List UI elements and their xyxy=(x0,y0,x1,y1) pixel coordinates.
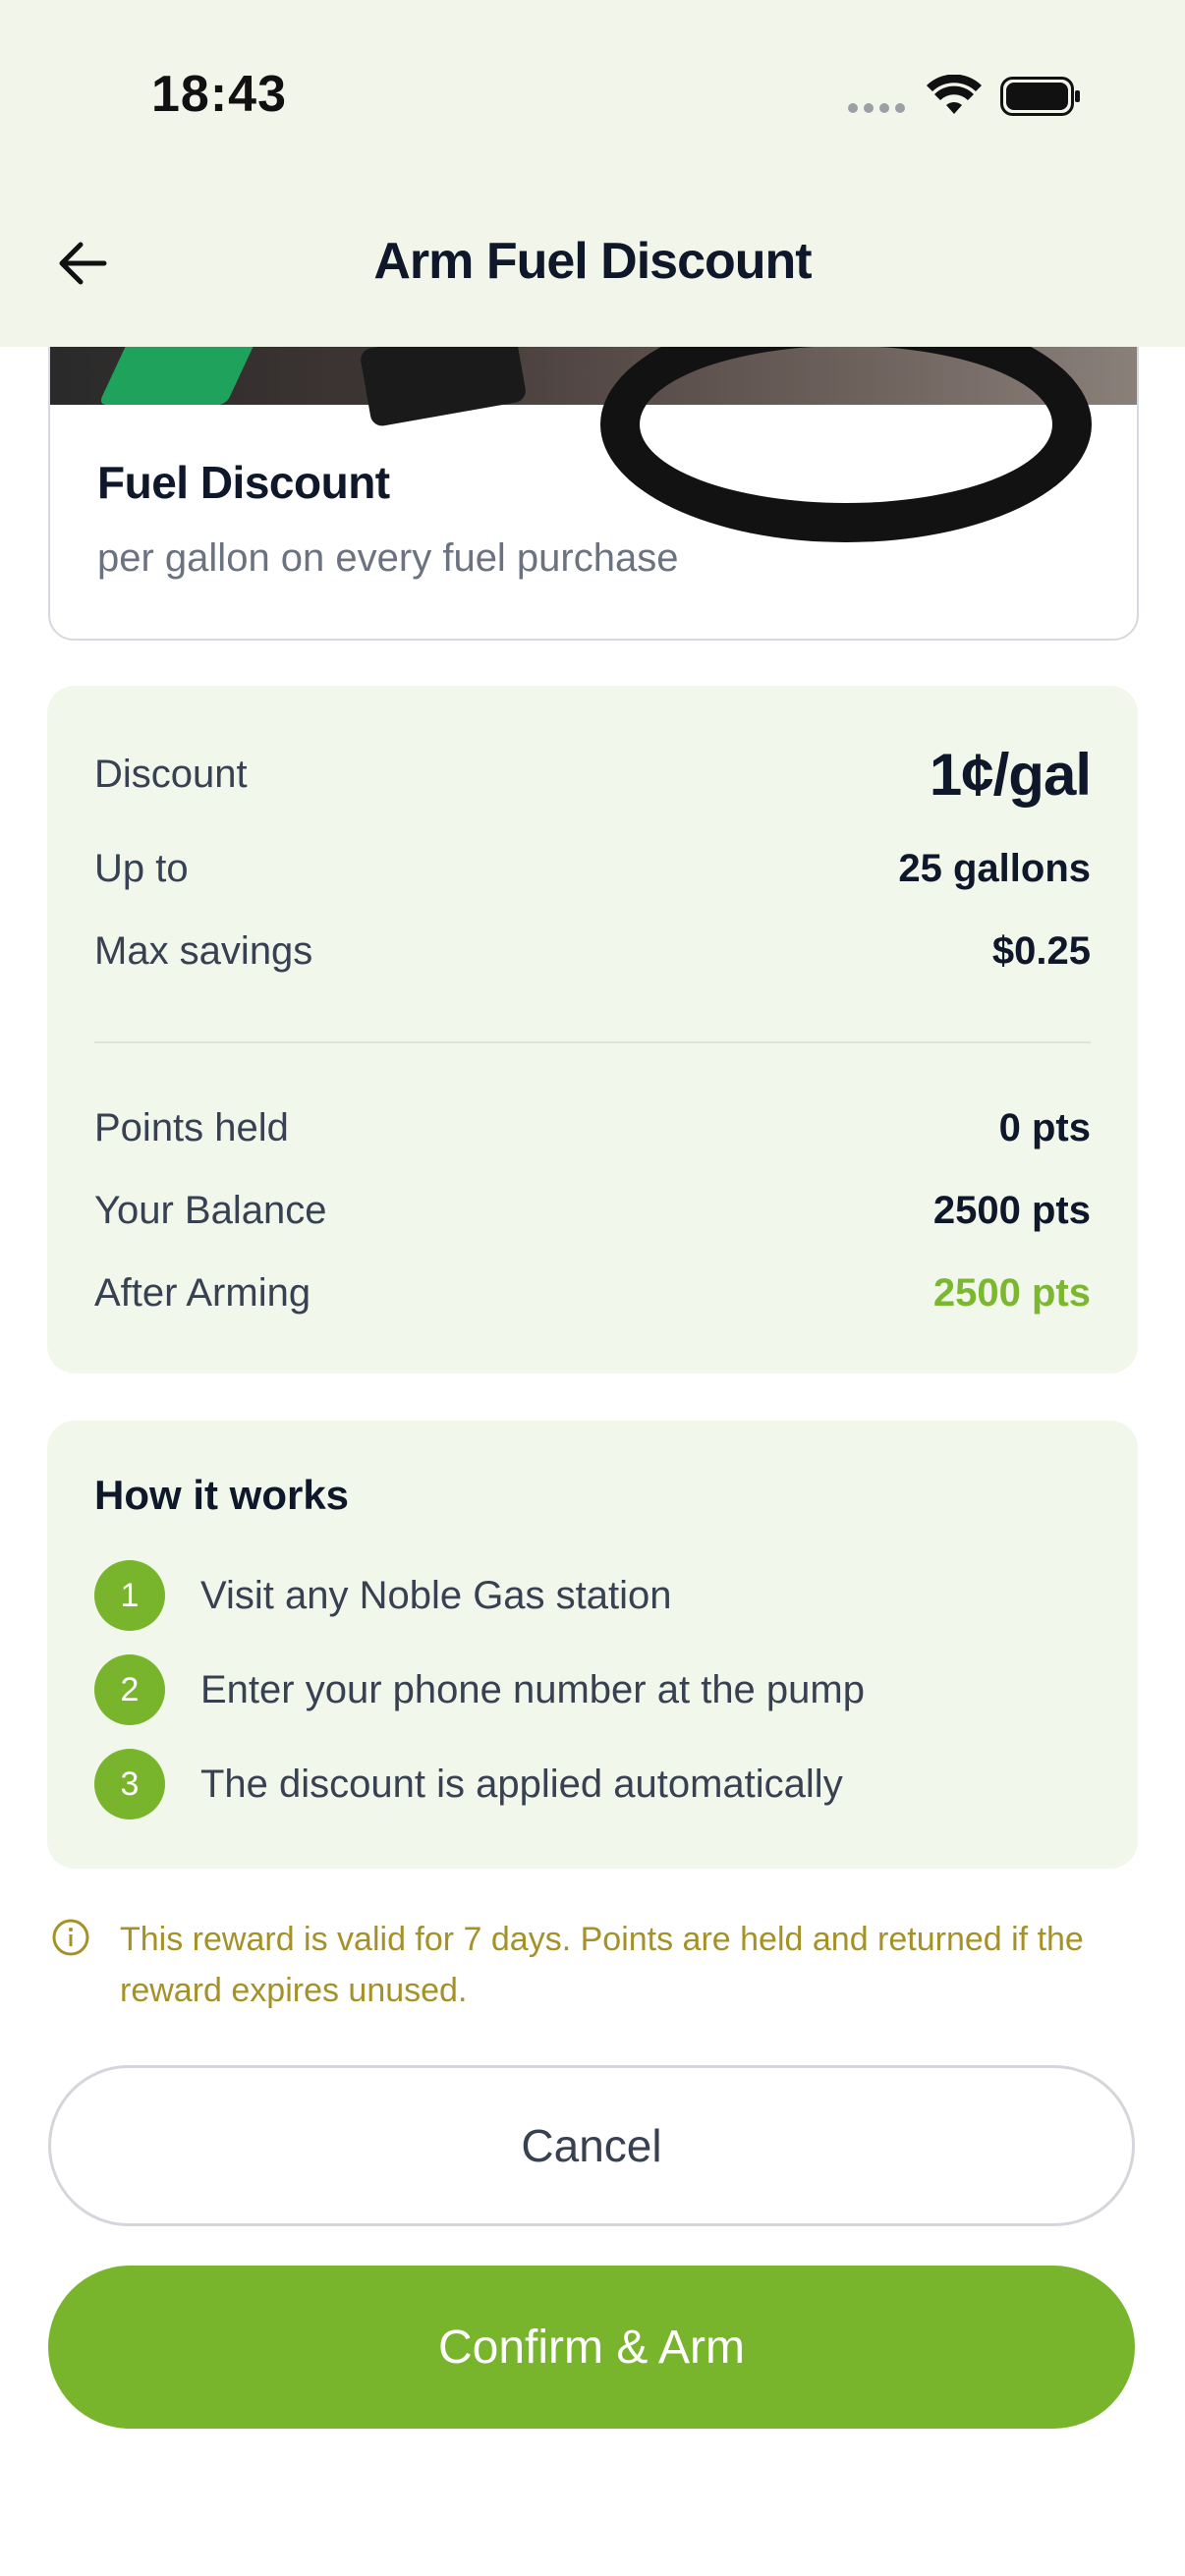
step-item: 3 The discount is applied automatically xyxy=(94,1749,843,1820)
after-arming-row: After Arming 2500 pts xyxy=(94,1271,1091,1316)
discount-label: Discount xyxy=(94,753,248,796)
discount-row: Discount 1¢/gal xyxy=(94,741,1092,809)
discount-value: 1¢/gal xyxy=(929,742,1092,808)
up-to-value: 25 gallons xyxy=(898,847,1091,890)
after-arming-value: 2500 pts xyxy=(932,1271,1091,1315)
validity-note: This reward is valid for 7 days. Points … xyxy=(51,1914,1112,2016)
points-held-value: 0 pts xyxy=(998,1106,1091,1149)
signal-dots-icon xyxy=(848,103,905,113)
max-savings-row: Max savings $0.25 xyxy=(94,929,1091,974)
points-held-row: Points held 0 pts xyxy=(94,1106,1091,1150)
balance-value: 2500 pts xyxy=(932,1189,1091,1232)
step-item: 1 Visit any Noble Gas station xyxy=(94,1560,672,1631)
info-icon xyxy=(52,1919,89,1956)
balance-label: Your Balance xyxy=(94,1189,327,1232)
step-number-badge: 1 xyxy=(94,1560,165,1631)
validity-note-text: This reward is valid for 7 days. Points … xyxy=(120,1921,1084,2009)
reward-subtitle: per gallon on every fuel purchase xyxy=(97,536,679,580)
confirm-arm-button[interactable]: Confirm & Arm xyxy=(48,2266,1135,2429)
how-it-works-panel: How it works 1 Visit any Noble Gas stati… xyxy=(47,1421,1138,1869)
step-text: Enter your phone number at the pump xyxy=(200,1667,865,1711)
app-header: 18:43 Arm Fuel Discount xyxy=(0,0,1185,347)
points-held-label: Points held xyxy=(94,1106,289,1149)
battery-icon xyxy=(1000,77,1080,116)
discount-details-panel: Discount 1¢/gal Up to 25 gallons Max sav… xyxy=(47,686,1138,1373)
step-number-badge: 3 xyxy=(94,1749,165,1820)
how-it-works-title: How it works xyxy=(94,1472,350,1518)
max-savings-value: $0.25 xyxy=(991,929,1091,973)
divider xyxy=(94,1041,1091,1043)
step-item: 2 Enter your phone number at the pump xyxy=(94,1654,865,1725)
step-number-badge: 2 xyxy=(94,1654,165,1725)
reward-title: Fuel Discount xyxy=(97,457,390,508)
balance-row: Your Balance 2500 pts xyxy=(94,1189,1091,1233)
max-savings-label: Max savings xyxy=(94,929,313,973)
up-to-label: Up to xyxy=(94,847,189,890)
status-time: 18:43 xyxy=(151,66,287,123)
up-to-row: Up to 25 gallons xyxy=(94,847,1091,891)
step-text: The discount is applied automatically xyxy=(200,1762,843,1806)
after-arming-label: After Arming xyxy=(94,1271,311,1315)
step-text: Visit any Noble Gas station xyxy=(200,1573,672,1617)
wifi-icon xyxy=(927,75,982,114)
page-title: Arm Fuel Discount xyxy=(373,233,812,290)
cancel-button[interactable]: Cancel xyxy=(48,2065,1135,2226)
